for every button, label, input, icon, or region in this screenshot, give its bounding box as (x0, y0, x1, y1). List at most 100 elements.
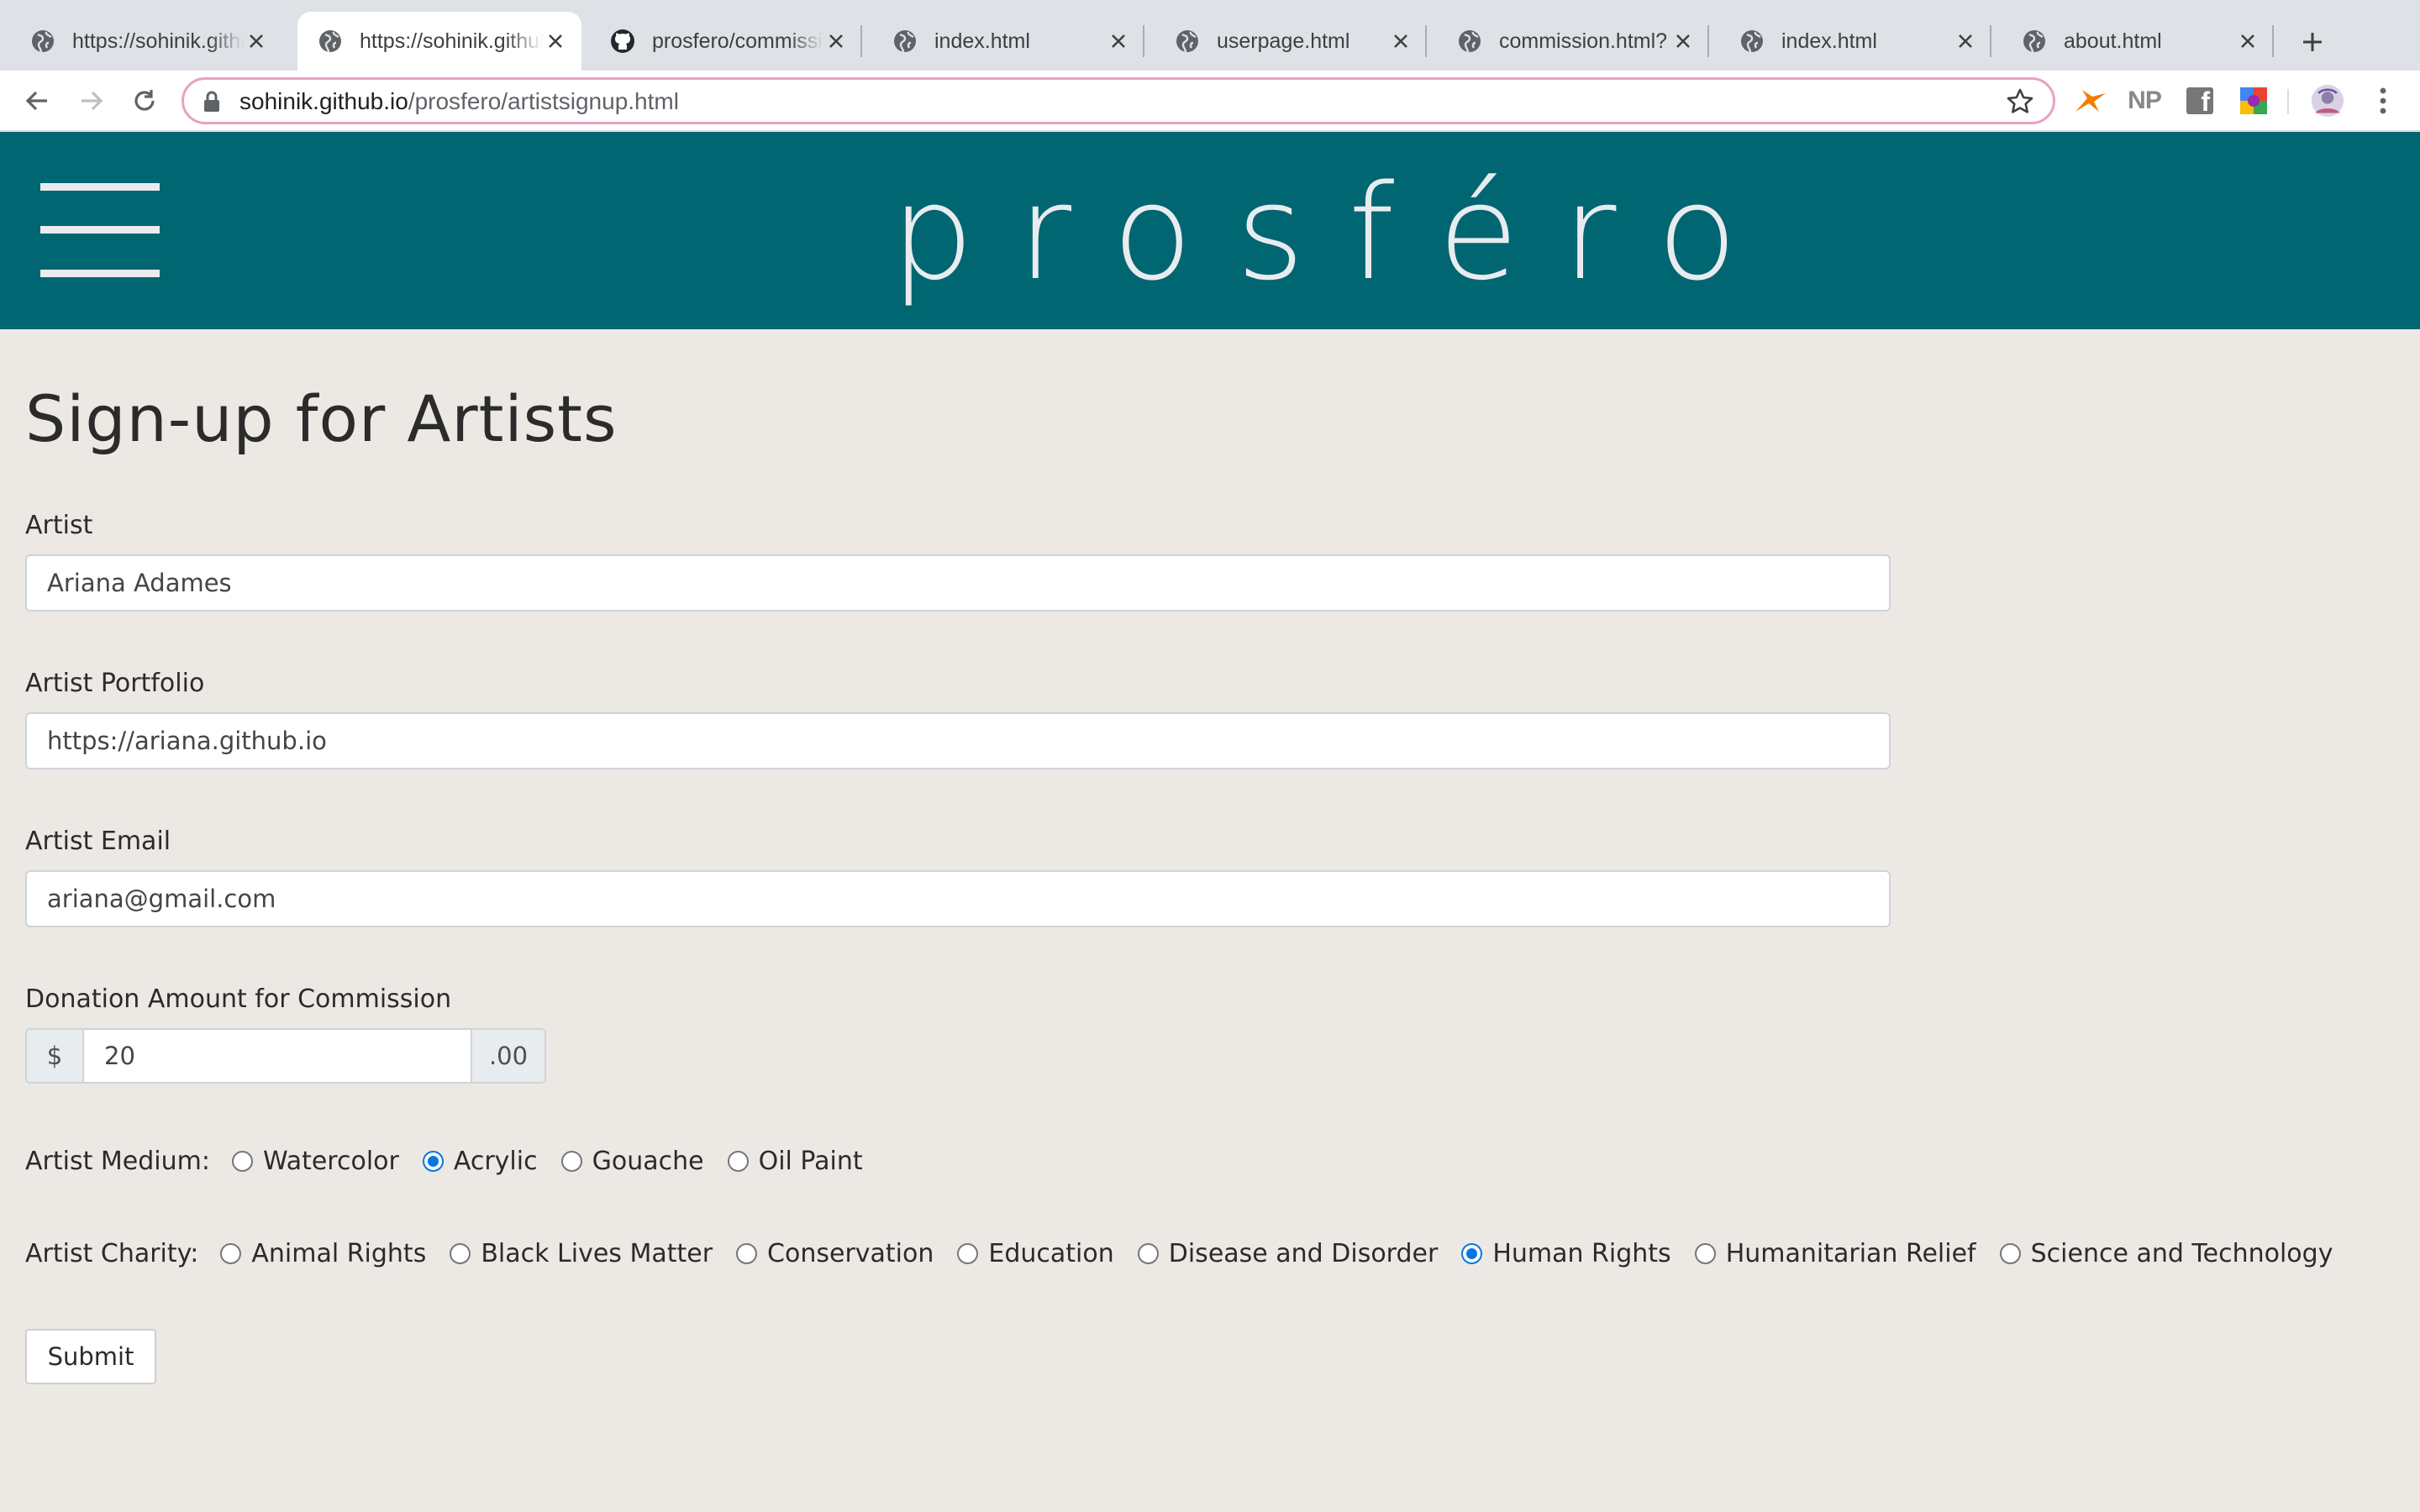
reload-button[interactable] (128, 84, 161, 118)
radio-unchecked[interactable] (1999, 1242, 2021, 1264)
radio-label: Conservation (767, 1238, 934, 1268)
browser-tab-7[interactable]: index.html (1709, 12, 1991, 71)
medium-radio-group: Artist Medium: Watercolor Acrylic Gouache O… (25, 1142, 886, 1179)
medium-option-gouache[interactable]: Gouache (560, 1146, 704, 1176)
browser-tab-2[interactable]: https://sohinik.github.io/prosfero/artis… (297, 12, 581, 71)
radio-unchecked[interactable] (736, 1242, 758, 1264)
brand-logo[interactable]: prosféro (891, 155, 1738, 312)
new-tab-button[interactable] (2296, 25, 2329, 59)
radio-unchecked[interactable] (727, 1150, 749, 1172)
close-tab-icon[interactable] (1388, 29, 1413, 54)
facebook-extension-icon[interactable]: f (2183, 84, 2217, 118)
radio-unchecked[interactable] (560, 1150, 582, 1172)
tab-separator (1143, 25, 1144, 57)
email-label: Artist Email (25, 827, 171, 856)
medium-option-oil-paint[interactable]: Oil Paint (727, 1147, 863, 1176)
toolbar-divider (2287, 89, 2289, 114)
globe-icon (2023, 30, 2045, 53)
back-button[interactable] (20, 84, 54, 118)
globe-icon (319, 30, 341, 53)
radio-checked[interactable] (422, 1150, 444, 1172)
charity-radio-group: Artist Charity: Animal Rights Black Lives… (25, 1235, 2356, 1272)
hamburger-menu-icon[interactable] (40, 183, 160, 277)
radio-unchecked[interactable] (220, 1242, 242, 1264)
globe-icon (894, 30, 916, 53)
close-tab-icon[interactable] (1953, 29, 1978, 54)
browser-toolbar: sohinik.github.io/prosfero/artistsignup.… (0, 71, 2420, 131)
profile-avatar[interactable] (2311, 84, 2344, 118)
radio-label: Human Rights (1492, 1238, 1671, 1268)
address-bar[interactable]: sohinik.github.io/prosfero/artistsignup.… (182, 77, 2055, 124)
tab-title: about.html (2064, 29, 2162, 53)
charity-option-education[interactable]: Education (957, 1238, 1114, 1268)
medium-option-acrylic[interactable]: Acrylic (422, 1146, 538, 1176)
radio-unchecked[interactable] (1137, 1242, 1159, 1264)
close-tab-icon[interactable] (244, 29, 269, 54)
tab-title: index.html (1781, 29, 1877, 53)
np-extension-icon[interactable]: NP (2128, 84, 2162, 118)
radio-label: Science and Technology (2030, 1238, 2333, 1268)
bird-icon (2075, 90, 2106, 112)
orange-bird-extension-icon[interactable] (2074, 84, 2107, 118)
globe-icon (1459, 30, 1481, 53)
radio-label: Education (988, 1238, 1114, 1268)
page-title: Sign-up for Artists (25, 381, 618, 456)
submit-button[interactable]: Submit (25, 1329, 156, 1384)
facebook-icon: f (2186, 87, 2213, 117)
radio-unchecked[interactable] (450, 1242, 471, 1264)
close-tab-icon[interactable] (2235, 29, 2260, 54)
radio-label: Gouache (592, 1146, 704, 1176)
bookmark-star-icon[interactable] (2006, 87, 2034, 116)
browser-tab-4[interactable]: index.html (862, 12, 1144, 71)
site-header: prosféro (0, 132, 2420, 329)
close-tab-icon[interactable] (1106, 29, 1131, 54)
portfolio-url-input[interactable]: https://ariana.github.io (25, 712, 1891, 769)
close-tab-icon[interactable] (1670, 29, 1696, 54)
portfolio-label: Artist Portfolio (25, 669, 205, 698)
tab-separator (1990, 25, 1991, 57)
charity-label: Artist Charity: (25, 1238, 199, 1268)
palette-icon (2240, 87, 2267, 114)
radio-label: Animal Rights (251, 1238, 427, 1268)
currency-prefix: $ (25, 1028, 84, 1084)
browser-tab-6[interactable]: commission.html? (1427, 12, 1709, 71)
browser-tab-8[interactable]: about.html (1991, 12, 2274, 71)
browser-tab-5[interactable]: userpage.html (1144, 12, 1427, 71)
forward-button[interactable] (75, 84, 108, 118)
radio-label: Acrylic (453, 1146, 538, 1176)
charity-option-humanitarian-relief[interactable]: Humanitarian Relief (1694, 1239, 1976, 1268)
charity-option-animal-rights[interactable]: Animal Rights (220, 1239, 426, 1268)
close-tab-icon[interactable] (823, 29, 849, 54)
charity-option-black-lives-matter[interactable]: Black Lives Matter (450, 1239, 713, 1268)
charity-option-human-rights[interactable]: Human Rights (1461, 1238, 1671, 1268)
charity-option-science-and-technology[interactable]: Science and Technology (1999, 1238, 2333, 1268)
colorful-extension-icon[interactable] (2237, 84, 2270, 118)
medium-label: Artist Medium: (25, 1146, 210, 1176)
url-host: sohinik.github.io (239, 88, 408, 114)
medium-option-watercolor[interactable]: Watercolor (231, 1147, 399, 1176)
radio-unchecked[interactable] (1694, 1242, 1716, 1264)
tab-title: prosfero/commission.html (652, 29, 823, 53)
browser-tab-1[interactable]: https://sohinik.github.io/prosfero/ (0, 12, 282, 71)
globe-icon (1176, 30, 1198, 53)
tab-title: https://sohinik.github.io/prosfero/ (72, 29, 244, 53)
tab-title: userpage.html (1217, 29, 1350, 53)
close-tab-icon[interactable] (543, 29, 568, 54)
address-url: sohinik.github.io/prosfero/artistsignup.… (239, 88, 679, 115)
radio-unchecked[interactable] (231, 1150, 253, 1172)
browser-tab-3[interactable]: prosfero/commission.html (580, 12, 862, 71)
cents-suffix: .00 (471, 1028, 546, 1084)
radio-label: Disease and Disorder (1168, 1238, 1439, 1268)
email-input[interactable]: ariana@gmail.com (25, 870, 1891, 927)
charity-option-conservation[interactable]: Conservation (736, 1239, 934, 1268)
radio-checked[interactable] (1461, 1242, 1483, 1264)
radio-label: Black Lives Matter (481, 1238, 713, 1268)
artist-name-input[interactable]: Ariana Adames (25, 554, 1891, 612)
radio-unchecked[interactable] (957, 1242, 979, 1264)
browser-menu-button[interactable] (2366, 84, 2400, 118)
charity-option-disease-and-disorder[interactable]: Disease and Disorder (1137, 1238, 1439, 1268)
donation-label: Donation Amount for Commission (25, 984, 452, 1014)
donation-amount-input[interactable]: 20 (82, 1028, 472, 1084)
reload-icon (134, 90, 155, 111)
np-label: NP (2128, 87, 2162, 114)
